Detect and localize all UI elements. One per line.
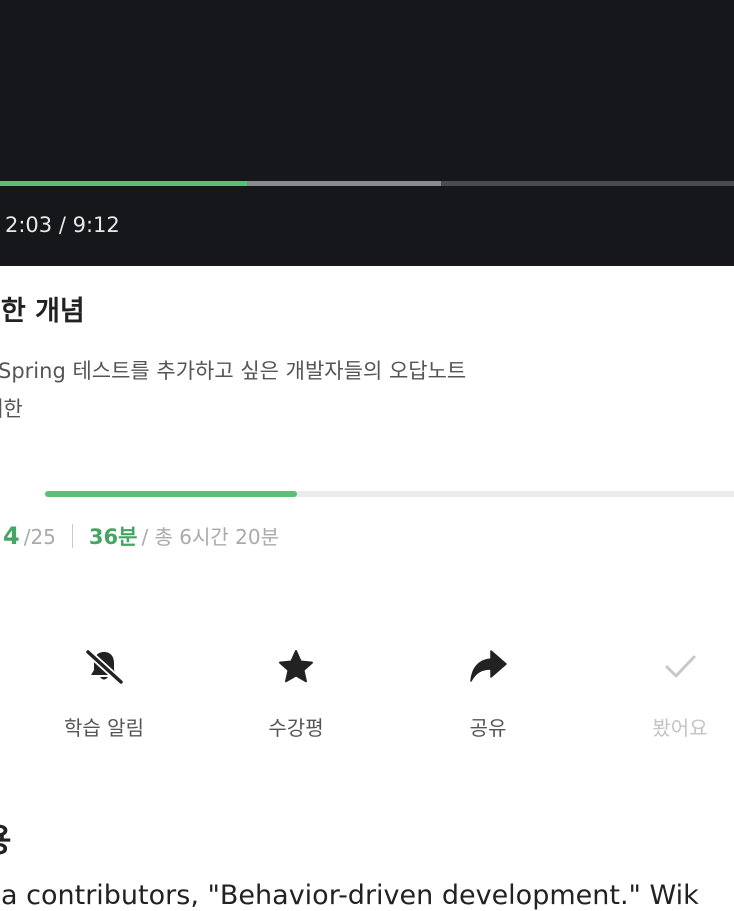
watched-minutes: 36분 (88, 525, 138, 549)
check-icon (600, 646, 734, 688)
action-label: 학습 알림 (64, 716, 144, 740)
study-alarm-button[interactable]: 학습 알림 (24, 646, 184, 741)
total-duration: / 총 6시간 20분 (141, 525, 280, 549)
action-label: 공유 (469, 716, 507, 740)
divider (71, 524, 73, 548)
lecture-title: 요한 개념 (0, 296, 85, 327)
video-player[interactable]: 2:03 / 9:12 (0, 0, 734, 266)
watched-button[interactable]: 봤어요 (600, 646, 734, 741)
video-played-bar (0, 181, 248, 186)
section-title: 용 (0, 815, 11, 861)
review-button[interactable]: 수강평 (216, 646, 376, 741)
course-title: Spring 테스트를 추가하고 싶은 개발자들의 오답노트 (0, 359, 467, 383)
instructor-name: 세한 (0, 397, 23, 421)
video-time: 2:03 / 9:12 (5, 213, 120, 237)
content-text: lia contributors, "Behavior-driven devel… (0, 880, 699, 911)
share-button[interactable]: 공유 (408, 646, 568, 741)
current-lecture-count: 4 (3, 522, 20, 550)
total-lecture-count: /25 (23, 525, 56, 549)
action-label: 봤어요 (652, 716, 708, 740)
star-icon (216, 646, 376, 688)
progress-stats: 4 /25 36분 / 총 6시간 20분 (0, 521, 279, 551)
course-progress-bar (45, 491, 734, 497)
course-progress-fill (45, 491, 297, 497)
video-progress-bar[interactable] (0, 181, 734, 186)
bell-slash-icon (24, 646, 184, 688)
action-label: 수강평 (268, 716, 324, 740)
share-icon (408, 646, 568, 688)
